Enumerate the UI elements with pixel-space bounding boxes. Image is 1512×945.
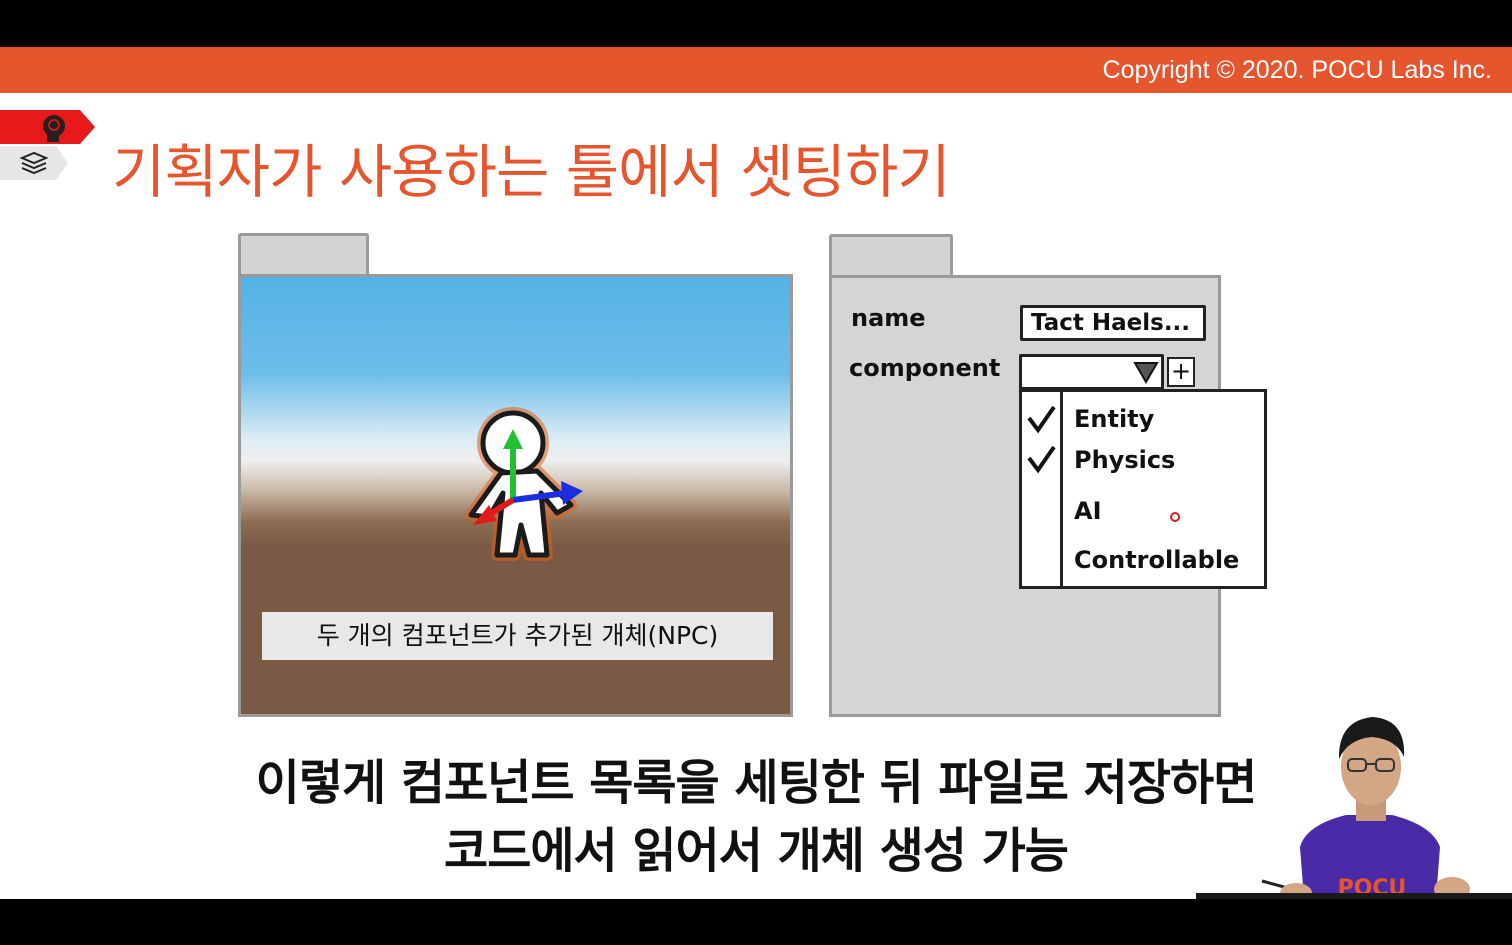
scene-caption: 두 개의 컴포넌트가 추가된 개체(NPC): [262, 612, 773, 660]
inspector-window-tab[interactable]: [829, 234, 953, 275]
option-ai[interactable]: AI: [1074, 497, 1102, 525]
slide-title: 기획자가 사용하는 툴에서 셋팅하기: [112, 138, 951, 206]
presenter-video: POCU: [1196, 717, 1512, 899]
scene-window-tab[interactable]: [238, 233, 369, 274]
option-physics[interactable]: Physics: [1074, 446, 1175, 474]
name-label: name: [851, 304, 926, 332]
scene-view: 두 개의 컴포넌트가 추가된 개체(NPC): [238, 274, 793, 717]
list-divider: [1060, 392, 1063, 586]
check-icon-physics[interactable]: [1026, 444, 1058, 474]
slide: Copyright © 2020. POCU Labs Inc. 기획자가 사용…: [0, 47, 1512, 899]
header-bar: Copyright © 2020. POCU Labs Inc.: [0, 47, 1512, 93]
brain-head-icon: [0, 110, 95, 144]
book-stack-icon: [0, 146, 68, 180]
option-controllable[interactable]: Controllable: [1074, 546, 1239, 574]
dropdown-arrow-icon: [1133, 362, 1159, 384]
component-label: component: [849, 354, 1001, 382]
check-icon-entity[interactable]: [1026, 404, 1058, 434]
component-dropdown[interactable]: [1019, 354, 1164, 390]
name-field[interactable]: Tact Haels...: [1020, 305, 1206, 341]
option-entity[interactable]: Entity: [1074, 405, 1154, 433]
cursor-pointer-icon: [1170, 512, 1180, 522]
add-component-button[interactable]: +: [1167, 357, 1195, 387]
component-options-list: Entity Physics AI Controllable: [1019, 389, 1267, 589]
npc-character: [465, 407, 583, 561]
copyright-text: Copyright © 2020. POCU Labs Inc.: [1102, 56, 1492, 84]
